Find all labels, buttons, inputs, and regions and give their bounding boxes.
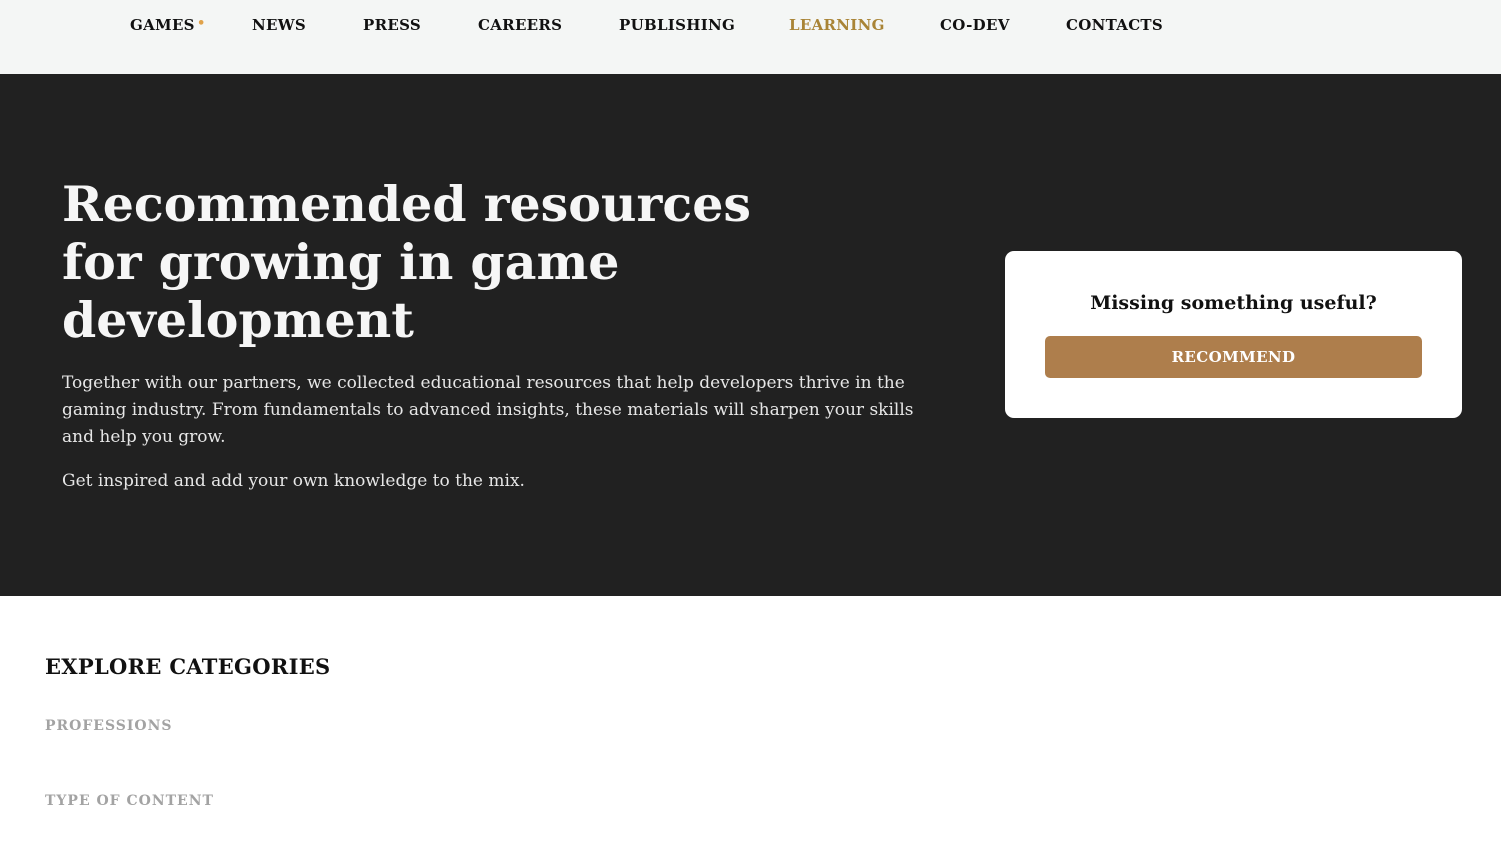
hero-description: Together with our partners, we collected…	[62, 373, 914, 447]
nav-item-games[interactable]: GAMES	[130, 16, 195, 34]
category-professions[interactable]: PROFESSIONS	[45, 718, 173, 734]
nav-item-press[interactable]: PRESS	[363, 16, 421, 34]
recommend-button[interactable]: RECOMMEND	[1045, 336, 1422, 378]
top-navigation: GAMES • NEWS PRESS CAREERS PUBLISHING LE…	[0, 0, 1501, 74]
nav-item-news[interactable]: NEWS	[252, 16, 306, 34]
recommend-card-title: Missing something useful?	[1090, 292, 1377, 314]
nav-item-learning[interactable]: LEARNING	[789, 16, 885, 34]
explore-categories-heading: EXPLORE CATEGORIES	[45, 654, 331, 679]
nav-item-co-dev[interactable]: CO-DEV	[940, 16, 1010, 34]
nav-item-publishing[interactable]: PUBLISHING	[619, 16, 735, 34]
category-type-of-content[interactable]: TYPE OF CONTENT	[45, 793, 214, 809]
hero-section: Recommended resources for growing in gam…	[0, 74, 1501, 596]
recommend-card: Missing something useful? RECOMMEND	[1005, 251, 1462, 418]
nav-item-contacts[interactable]: CONTACTS	[1066, 16, 1163, 34]
nav-item-careers[interactable]: CAREERS	[478, 16, 562, 34]
hero-call-to-action-text: Get inspired and add your own knowledge …	[62, 471, 525, 491]
page-title: Recommended resources for growing in gam…	[62, 175, 751, 349]
nav-dot-icon: •	[197, 16, 206, 31]
